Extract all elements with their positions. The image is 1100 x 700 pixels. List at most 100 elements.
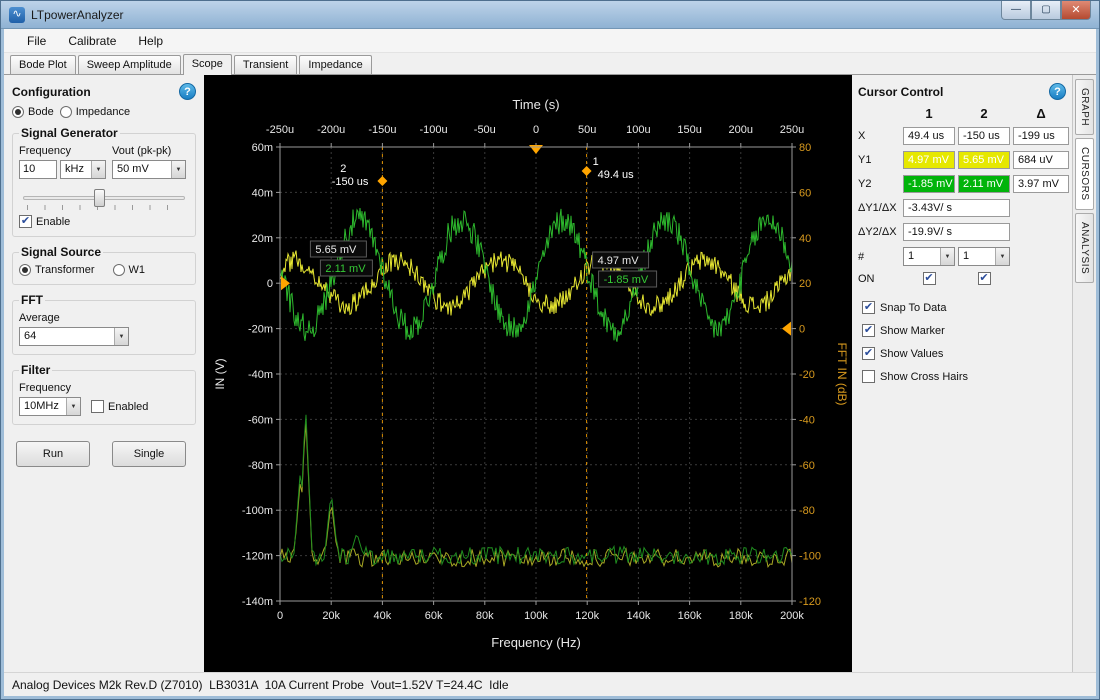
chevron-down-icon: ▼: [940, 248, 954, 265]
svg-text:120k: 120k: [575, 610, 599, 622]
tab-sweep-amplitude[interactable]: Sweep Amplitude: [78, 55, 181, 74]
scope-plot[interactable]: -250u060m80-200u20k40m60-150u40k20m40-10…: [204, 75, 852, 672]
side-tabstrip: GRAPH CURSORS ANALYSIS: [1072, 75, 1096, 672]
svg-text:80k: 80k: [476, 610, 494, 622]
amplitude-slider[interactable]: [21, 187, 187, 213]
x-cursor1-field[interactable]: 49.4 us: [903, 127, 955, 145]
tab-bode-plot[interactable]: Bode Plot: [10, 55, 76, 74]
w1-radio[interactable]: [113, 264, 125, 276]
cursor2-trace-select[interactable]: 1 ▼: [958, 247, 1010, 266]
minimize-button[interactable]: —: [1001, 1, 1031, 20]
svg-text:200k: 200k: [780, 610, 804, 622]
filter-frequency-select[interactable]: 10MHz ▼: [19, 397, 81, 416]
maximize-button[interactable]: ▢: [1031, 1, 1061, 20]
svg-text:40k: 40k: [374, 610, 392, 622]
frequency-input[interactable]: 10: [19, 160, 57, 179]
configuration-title: Configuration: [12, 85, 91, 99]
single-button[interactable]: Single: [112, 441, 186, 467]
run-button[interactable]: Run: [16, 441, 90, 467]
chevron-down-icon: ▼: [66, 398, 80, 415]
cursor1-trace-select[interactable]: 1 ▼: [903, 247, 955, 266]
signal-generator-group: Signal Generator Frequency 10 kHz ▼: [12, 126, 196, 237]
svg-text:49.4 us: 49.4 us: [598, 169, 635, 181]
show-values-label: Show Values: [880, 348, 943, 360]
average-label: Average: [19, 312, 189, 324]
close-button[interactable]: ✕: [1061, 1, 1091, 20]
cursor-table: 1 2 Δ X 49.4 us -150 us -199 us Y1 4.97 …: [858, 106, 1066, 285]
help-icon[interactable]: ?: [1049, 83, 1066, 100]
svg-text:140k: 140k: [626, 610, 650, 622]
side-tab-graph[interactable]: GRAPH: [1075, 79, 1094, 135]
dy1dx-field: -3.43V/ s: [903, 199, 1010, 217]
svg-text:-50u: -50u: [474, 124, 496, 136]
svg-text:60m: 60m: [252, 142, 273, 154]
menu-help[interactable]: Help: [127, 31, 174, 51]
impedance-radio[interactable]: [60, 106, 72, 118]
filter-frequency-label: Frequency: [19, 382, 189, 394]
window-controls: — ▢ ✕: [1001, 1, 1091, 20]
frequency-unit-select[interactable]: kHz ▼: [60, 160, 106, 179]
svg-text:20m: 20m: [252, 233, 273, 245]
frequency-label: Frequency: [19, 145, 107, 157]
side-tab-cursors[interactable]: CURSORS: [1075, 138, 1094, 210]
svg-text:-100m: -100m: [242, 505, 273, 517]
show-values-checkbox[interactable]: ✔: [862, 347, 875, 360]
svg-text:60: 60: [799, 187, 811, 199]
filter-enabled-checkbox[interactable]: ✔: [91, 400, 104, 413]
chevron-down-icon: ▼: [171, 161, 185, 178]
menu-file[interactable]: File: [16, 31, 57, 51]
svg-text:1: 1: [593, 156, 599, 168]
svg-text:-200u: -200u: [317, 124, 345, 136]
svg-text:-80m: -80m: [248, 460, 273, 472]
svg-text:-1.85 mV: -1.85 mV: [604, 274, 649, 286]
on-row-label: ON: [858, 273, 900, 285]
signal-source-group: Signal Source Transformer W1: [12, 245, 196, 285]
y2-delta-field: 3.97 mV: [1013, 175, 1069, 193]
svg-text:80: 80: [799, 142, 811, 154]
slider-thumb[interactable]: [94, 189, 105, 207]
menu-calibrate[interactable]: Calibrate: [57, 31, 127, 51]
transformer-radio[interactable]: [19, 264, 31, 276]
enable-checkbox[interactable]: ✔: [19, 215, 32, 228]
cursor-options: ✔ Snap To Data ✔ Show Marker ✔ Show Valu…: [858, 301, 1066, 383]
scope-plot-canvas: -250u060m80-200u20k40m60-150u40k20m40-10…: [204, 75, 852, 672]
bode-radio-label: Bode: [28, 106, 54, 118]
svg-text:-60m: -60m: [248, 414, 273, 426]
filter-title: Filter: [19, 363, 52, 377]
svg-text:-150u: -150u: [368, 124, 396, 136]
svg-text:4.97 mV: 4.97 mV: [598, 255, 640, 267]
svg-text:50u: 50u: [578, 124, 596, 136]
cursor-control-panel: Cursor Control ? 1 2 Δ X 49.4 us -150 us…: [852, 75, 1072, 672]
tab-scope[interactable]: Scope: [183, 54, 232, 75]
help-icon[interactable]: ?: [179, 83, 196, 100]
w1-radio-label: W1: [129, 264, 146, 276]
bode-radio[interactable]: [12, 106, 24, 118]
svg-text:-250u: -250u: [266, 124, 294, 136]
x-delta-field: -199 us: [1013, 127, 1069, 145]
svg-text:5.65 mV: 5.65 mV: [315, 244, 357, 256]
fft-title: FFT: [19, 293, 45, 307]
show-marker-checkbox[interactable]: ✔: [862, 324, 875, 337]
x-row-label: X: [858, 130, 900, 142]
side-tab-analysis[interactable]: ANALYSIS: [1075, 213, 1094, 283]
average-select[interactable]: 64 ▼: [19, 327, 129, 346]
main-tabstrip: Bode Plot Sweep Amplitude Scope Transien…: [4, 53, 1096, 75]
svg-text:60k: 60k: [425, 610, 443, 622]
status-text: Analog Devices M2k Rev.D (Z7010) LB3031A…: [12, 678, 509, 692]
tab-transient[interactable]: Transient: [234, 55, 297, 74]
x-cursor2-field[interactable]: -150 us: [958, 127, 1010, 145]
svg-text:-100: -100: [799, 551, 821, 563]
snap-to-data-checkbox[interactable]: ✔: [862, 301, 875, 314]
svg-text:20k: 20k: [322, 610, 340, 622]
svg-text:160k: 160k: [678, 610, 702, 622]
tab-impedance[interactable]: Impedance: [299, 55, 371, 74]
svg-text:-120m: -120m: [242, 551, 273, 563]
cursor2-on-checkbox[interactable]: ✔: [978, 272, 991, 285]
filter-enabled-label: Enabled: [108, 401, 148, 413]
show-cross-hairs-checkbox[interactable]: ✔: [862, 370, 875, 383]
cursor1-on-checkbox[interactable]: ✔: [923, 272, 936, 285]
content: Configuration ? Bode Impedance Signal Ge…: [4, 75, 1096, 672]
menubar: File Calibrate Help: [4, 29, 1096, 53]
vout-select[interactable]: 50 mV ▼: [112, 160, 186, 179]
svg-text:0: 0: [799, 324, 805, 336]
